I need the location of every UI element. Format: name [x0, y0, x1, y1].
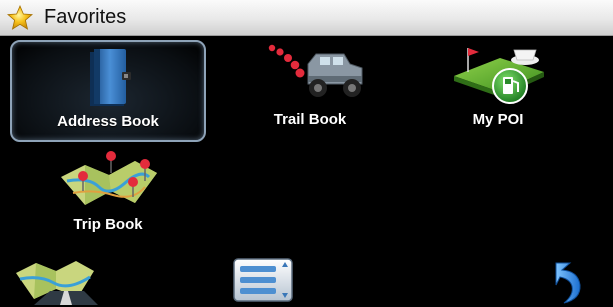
my-poi-button[interactable]: My POI — [400, 40, 596, 142]
poi-gas-station-icon — [454, 48, 544, 104]
favorites-screen: Favorites Address Book Trail Book My POI… — [0, 0, 613, 307]
page-title: Favorites — [44, 6, 127, 28]
map-button[interactable] — [14, 257, 98, 305]
trip-book-button[interactable]: Trip Book — [10, 145, 206, 247]
bottom-toolbar — [0, 255, 613, 307]
list-button[interactable] — [232, 257, 294, 303]
my-poi-label: My POI — [472, 111, 524, 128]
address-book-label: Address Book — [57, 113, 159, 130]
address-book-button[interactable]: Address Book — [10, 40, 206, 142]
back-arrow-icon[interactable] — [548, 257, 592, 305]
jeep-trail-icon — [268, 44, 363, 97]
trip-book-label: Trip Book — [73, 216, 143, 233]
address-book-icon — [90, 49, 131, 106]
title-bar: Favorites — [0, 0, 613, 36]
star-icon — [7, 5, 33, 30]
trail-book-button[interactable]: Trail Book — [212, 40, 408, 142]
trail-book-label: Trail Book — [273, 111, 347, 128]
trip-map-icon — [61, 151, 157, 205]
